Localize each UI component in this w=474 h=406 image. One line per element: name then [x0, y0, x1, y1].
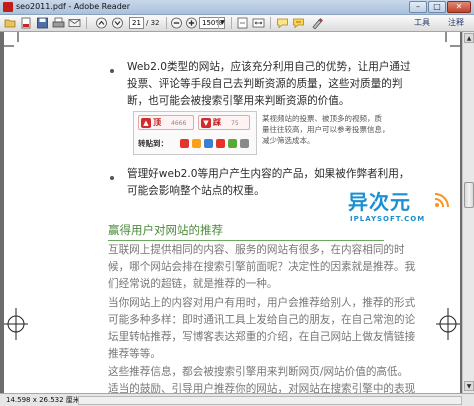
share-site-icon [216, 139, 225, 148]
highlight-icon[interactable] [292, 17, 305, 29]
create-pdf-icon[interactable] [20, 17, 33, 29]
status-bar: 14.598 x 26.532 厘米 [0, 393, 474, 406]
text-line: 这些推荐信息，都会被搜索引擎用来判断网页/网站价值的高低。 [108, 366, 409, 378]
email-icon[interactable] [68, 17, 81, 29]
horizontal-scrollbar[interactable] [78, 396, 462, 405]
toolbar-separator [231, 17, 232, 29]
minimize-button[interactable]: – [409, 1, 427, 13]
comment-pane-button[interactable]: 注释 [448, 18, 464, 28]
bullet-dot [110, 176, 114, 180]
thumbs-up-icon: ▲ [141, 118, 151, 128]
text-line: 适当的鼓励、引导用户推荐你的网站，对网站在搜索引擎中的表现 [108, 383, 416, 393]
text-line: Web2.0类型的网站，应该充分利用自己的优势，让用户通过 [127, 61, 411, 73]
page-total: / 32 [146, 19, 160, 27]
close-button[interactable]: ✕ [447, 1, 471, 13]
bullet-paragraph-1: Web2.0类型的网站，应该充分利用自己的优势，让用户通过 投票、评论等手段自己… [127, 59, 457, 110]
text-line: 可能多种多样：即时通讯工具上发给自己的朋友，在自己常泡的论 [108, 314, 416, 326]
registration-mark [436, 308, 460, 340]
toolbar: 21 / 32 150% ▼ 工具 注释 [0, 15, 474, 32]
image-caption: 某视频站的投票、被顶多的视频，质 量往往较高，用户可以参考投票信息， 减少筛选成… [262, 113, 392, 146]
text-line: 互联网上提供相同的内容、服务的网站有很多，在内容相同的时 [108, 244, 405, 256]
pdf-page: Web2.0类型的网站，应该充分利用自己的优势，让用户通过 投票、评论等手段自己… [4, 32, 460, 393]
fit-width-icon[interactable] [252, 17, 265, 29]
window-controls: – □ ✕ [409, 1, 471, 13]
crop-mark [4, 32, 19, 47]
scrollbar-thumb[interactable] [464, 182, 474, 208]
text-line: 某视频站的投票、被顶多的视频，质 [262, 114, 382, 123]
vote-up-button: ▲ 顶 4666 [138, 115, 194, 130]
adobe-reader-icon [3, 2, 13, 12]
share-site-icon [240, 139, 249, 148]
maximize-button[interactable]: □ [428, 1, 446, 13]
text-line: 投票、评论等手段自己去判断资源的质量，这些对质量的判 [127, 78, 403, 90]
sign-icon[interactable] [311, 17, 324, 29]
section-title: 赢得用户对网站的推荐 [108, 223, 223, 237]
text-line: 坛里转帖推荐，写博客表达郑重的介绍，在自己网站上做友情链接 [108, 331, 416, 343]
page-number-input[interactable]: 21 [129, 17, 144, 29]
share-label: 转贴到： [138, 139, 168, 148]
text-line: 们经常说的超链，就是推荐的一种。 [108, 278, 278, 290]
vertical-scrollbar[interactable]: ▲ ▼ [462, 32, 474, 393]
text-line: 减少筛选成本。 [262, 136, 315, 145]
title-bar: seo2011.pdf - Adobe Reader – □ ✕ [0, 0, 474, 15]
text-line: 推荐等等。 [108, 348, 161, 360]
text-line: 当你网站上的内容对用户有用时，用户会推荐给别人，推荐的形式 [108, 297, 416, 309]
text-line: 候，哪个网站会排在搜索引擎前面呢？决定性的因素就是推荐。我 [108, 261, 416, 273]
text-line: 断，也可能会被搜索引擎用来判断资源的价值。 [127, 95, 350, 107]
iplaysoft-logo: 异次元 IPLAYSOFT.COM [348, 190, 458, 238]
logo-subtext: IPLAYSOFT.COM [350, 215, 426, 223]
previous-page-icon[interactable] [95, 17, 108, 29]
zoom-out-icon[interactable] [170, 17, 183, 29]
share-site-icon [204, 139, 213, 148]
paragraph-1: 互联网上提供相同的内容、服务的网站有很多，在内容相同的时 候，哪个网站会排在搜索… [108, 242, 460, 293]
share-site-icon [192, 139, 201, 148]
rss-icon [434, 193, 449, 208]
share-site-icon [228, 139, 237, 148]
share-site-icon [180, 139, 189, 148]
chevron-down-icon[interactable]: ▼ [218, 17, 226, 29]
bullet-dot [110, 69, 114, 73]
print-icon[interactable] [52, 17, 65, 29]
comment-icon[interactable] [276, 17, 289, 29]
scroll-down-icon[interactable]: ▼ [464, 381, 474, 391]
open-icon[interactable] [4, 17, 17, 29]
text-line: 管理好web2.0等用户产生内容的产品，如果被作弊者利用， [127, 168, 410, 180]
paragraph-2: 当你网站上的内容对用户有用时，用户会推荐给别人，推荐的形式 可能多种多样：即时通… [108, 295, 460, 363]
vote-down-label: 踩 [213, 118, 221, 127]
paragraph-3: 这些推荐信息，都会被搜索引擎用来判断网页/网站价值的高低。 适当的鼓励、引导用户… [108, 364, 460, 393]
vote-up-label: 顶 [153, 118, 161, 127]
crop-mark [445, 32, 460, 47]
scroll-up-icon[interactable]: ▲ [464, 33, 474, 43]
zoom-in-icon[interactable] [185, 17, 198, 29]
window-title: seo2011.pdf - Adobe Reader [16, 2, 130, 11]
toolbar-separator [86, 17, 87, 29]
registration-mark [4, 308, 28, 340]
toolbar-separator [166, 17, 167, 29]
next-page-icon[interactable] [111, 17, 124, 29]
vote-down-button: ▼ 踩 75 [198, 115, 250, 130]
vote-up-count: 4666 [171, 120, 187, 127]
text-line: 量往往较高，用户可以参考投票信息， [262, 125, 390, 134]
document-viewport[interactable]: Web2.0类型的网站，应该充分利用自己的优势，让用户通过 投票、评论等手段自己… [0, 32, 462, 393]
fit-page-icon[interactable] [236, 17, 249, 29]
logo-text: 异次元 [348, 190, 411, 214]
thumbs-down-icon: ▼ [201, 118, 211, 128]
page-dimensions: 14.598 x 26.532 厘米 [6, 396, 80, 404]
save-icon[interactable] [36, 17, 49, 29]
share-vote-widget: ▲ 顶 4666 ▼ 踩 75 转贴到： [133, 111, 257, 155]
vote-down-count: 75 [231, 120, 239, 127]
tools-pane-button[interactable]: 工具 [414, 18, 430, 28]
section-divider [108, 240, 384, 241]
toolbar-separator [270, 17, 271, 29]
